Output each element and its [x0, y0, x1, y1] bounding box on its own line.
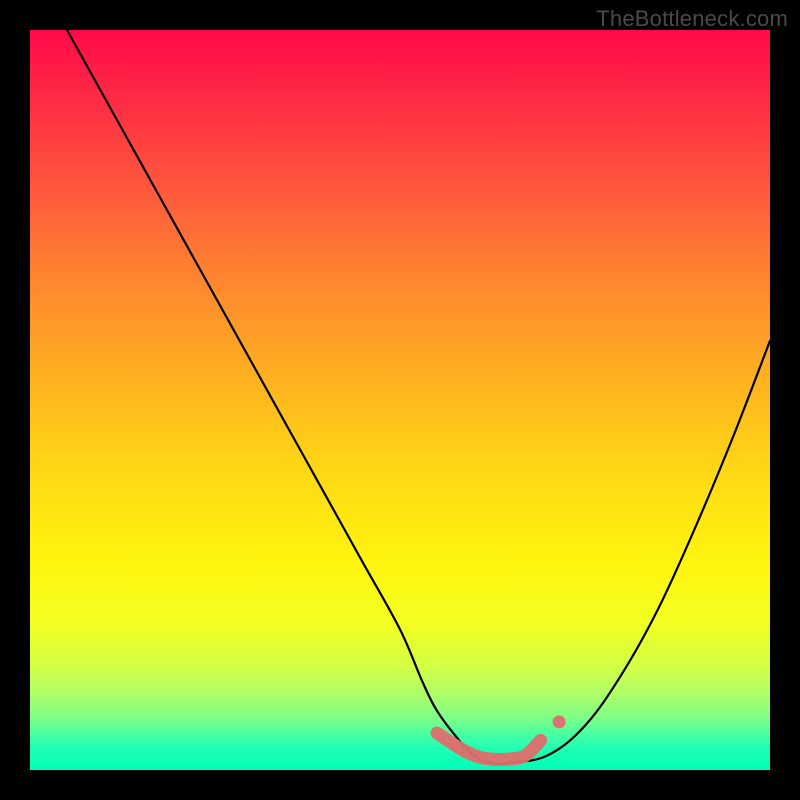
optimal-range-highlight: [437, 733, 541, 759]
optimal-range-dot: [553, 715, 566, 728]
watermark-text: TheBottleneck.com: [596, 6, 788, 32]
bottleneck-curve: [67, 30, 770, 764]
plot-area: [30, 30, 770, 770]
chart-frame: TheBottleneck.com: [0, 0, 800, 800]
curve-layer: [30, 30, 770, 770]
